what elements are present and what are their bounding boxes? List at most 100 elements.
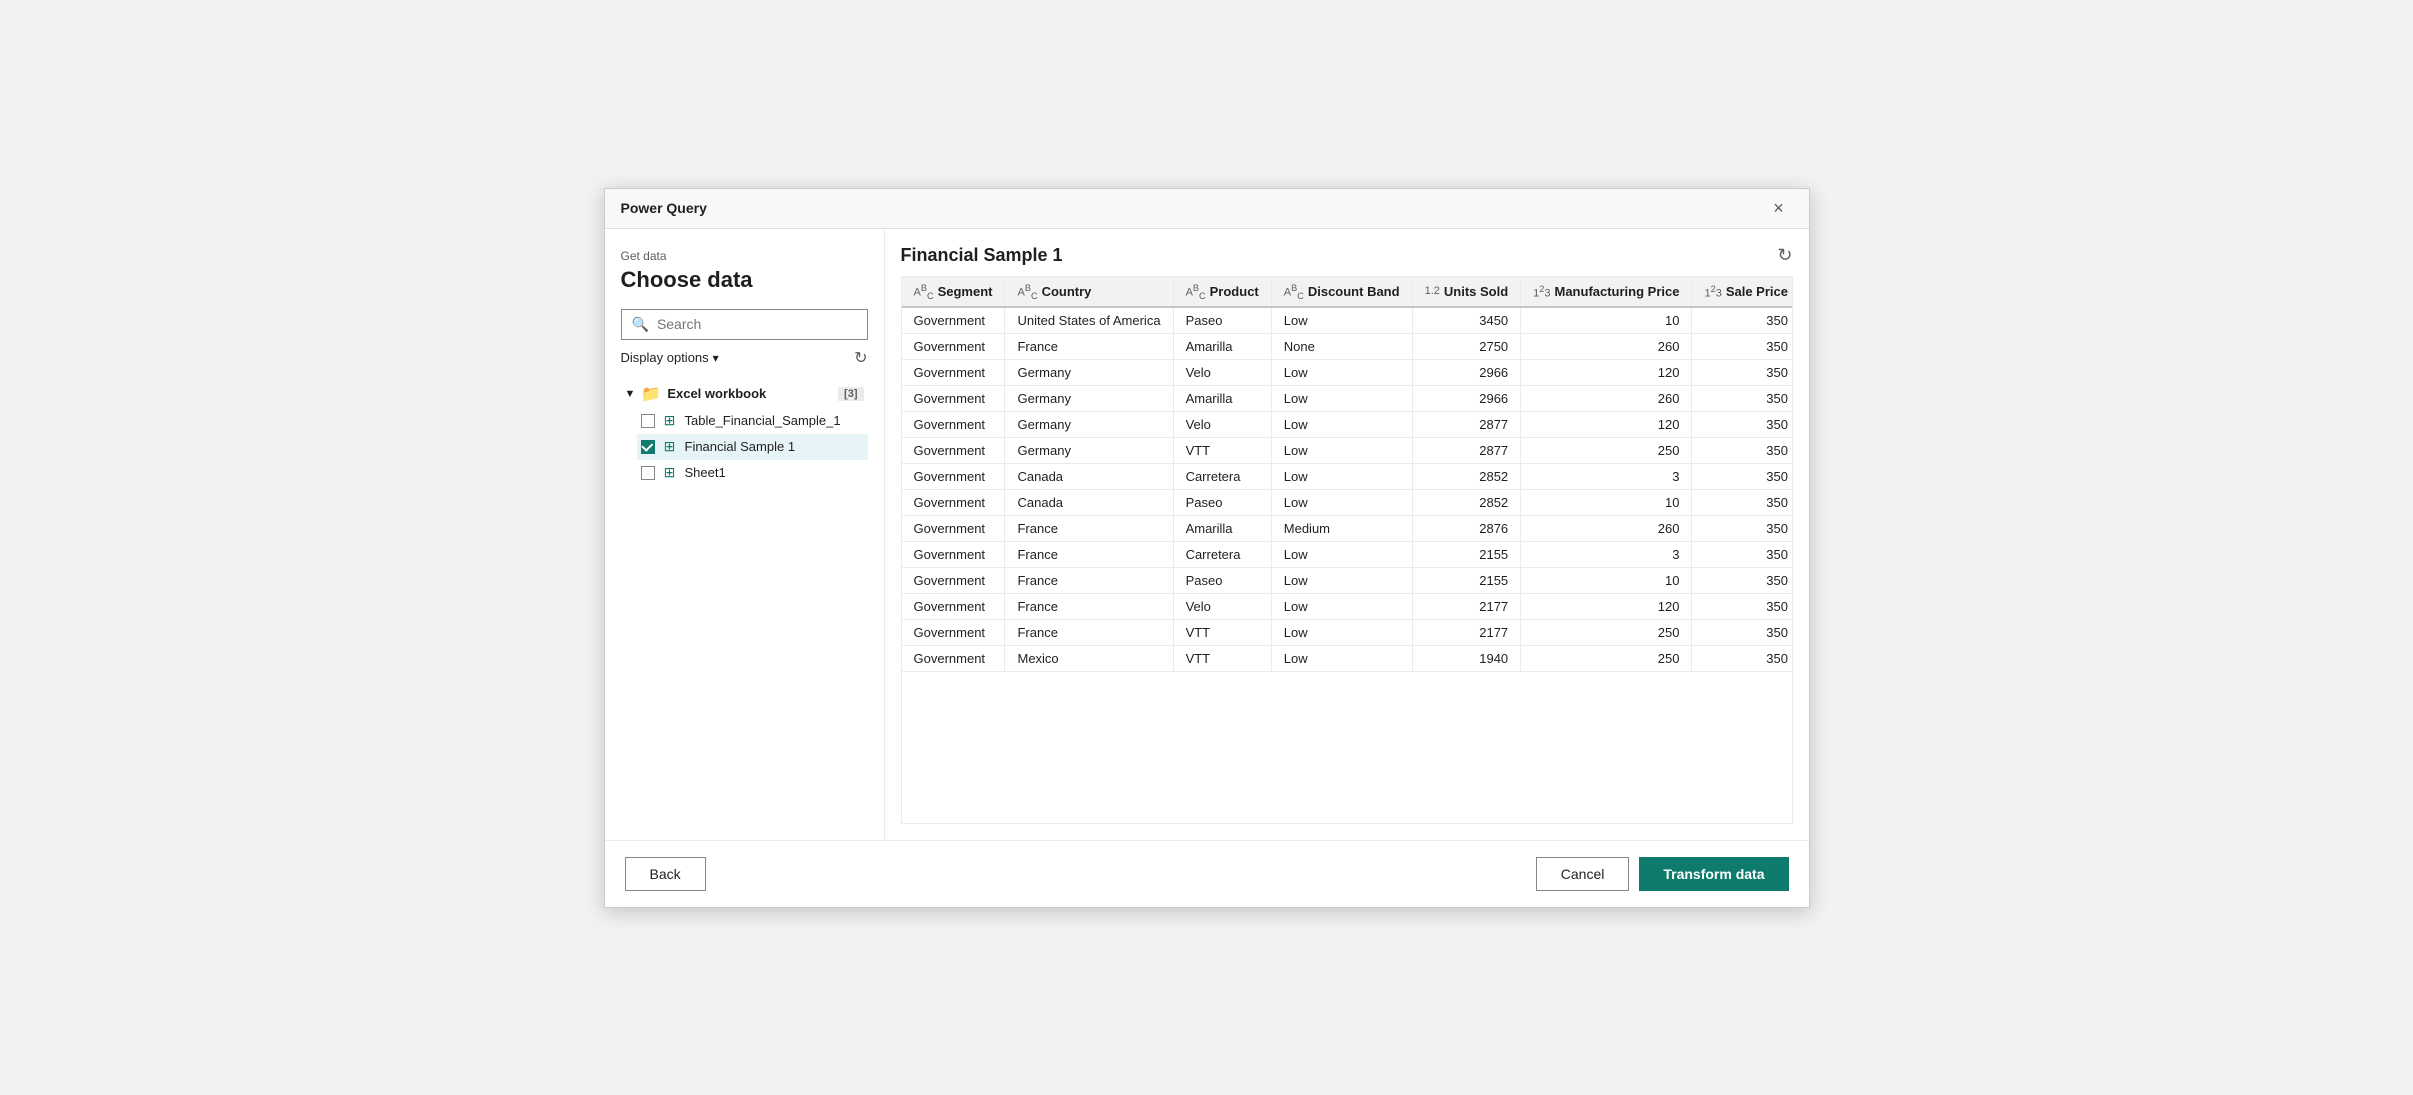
table-row: GovernmentFrancePaseoLow2155103507542507…	[902, 568, 1793, 594]
display-options-row[interactable]: Display options ▾ ↻	[621, 348, 868, 368]
table-cell: Amarilla	[1173, 334, 1271, 360]
table-cell: 350	[1692, 334, 1793, 360]
table-cell: 350	[1692, 464, 1793, 490]
table-cell: 350	[1692, 594, 1793, 620]
table-cell: 3450	[1412, 307, 1521, 334]
table-cell: Mexico	[1005, 646, 1173, 672]
col-header-segment: ABC Segment	[902, 277, 1005, 308]
table-cell: None	[1271, 334, 1412, 360]
table-cell: VTT	[1173, 646, 1271, 672]
preview-header: Financial Sample 1 ↻	[901, 245, 1793, 266]
transform-data-button[interactable]: Transform data	[1639, 857, 1788, 891]
display-options-label: Display options	[621, 350, 709, 365]
search-input[interactable]	[657, 316, 857, 332]
table-cell: 250	[1521, 620, 1692, 646]
table-cell: Government	[902, 490, 1005, 516]
preview-refresh-icon[interactable]: ↻	[1777, 245, 1792, 266]
table-cell: Velo	[1173, 594, 1271, 620]
table-cell: 10	[1521, 568, 1692, 594]
tree-item-label-1: Table_Financial_Sample_1	[685, 413, 841, 428]
table-cell: 2750	[1412, 334, 1521, 360]
table-cell: Velo	[1173, 360, 1271, 386]
table-cell: 250	[1521, 438, 1692, 464]
table-cell: 350	[1692, 542, 1793, 568]
table-row: GovernmentGermanyVTTLow28772503501006950…	[902, 438, 1793, 464]
table-cell: United States of America	[1005, 307, 1173, 334]
table-cell: Government	[902, 464, 1005, 490]
table-cell: 3	[1521, 542, 1692, 568]
table-cell: Low	[1271, 542, 1412, 568]
table-row: GovernmentGermanyAmarillaLow296626035010…	[902, 386, 1793, 412]
table-row: GovernmentFranceAmarillaNone275026035096…	[902, 334, 1793, 360]
table-icon-3: ⊞	[661, 464, 679, 482]
table-cell: 2876	[1412, 516, 1521, 542]
table-cell: Government	[902, 516, 1005, 542]
table-cell: 350	[1692, 438, 1793, 464]
data-table: ABC Segment ABC Country	[902, 277, 1793, 673]
table-cell: 350	[1692, 307, 1793, 334]
table-cell: France	[1005, 542, 1173, 568]
table-cell: Germany	[1005, 412, 1173, 438]
table-cell: 2877	[1412, 438, 1521, 464]
table-cell: Government	[902, 568, 1005, 594]
table-cell: 2155	[1412, 568, 1521, 594]
tree-item-financial-sample-1[interactable]: ⊞ Financial Sample 1	[637, 434, 868, 460]
table-cell: 2966	[1412, 386, 1521, 412]
search-icon: 🔍	[632, 316, 649, 333]
col-header-units-sold: 1.2 Units Sold	[1412, 277, 1521, 308]
table-cell: Germany	[1005, 438, 1173, 464]
right-panel: Financial Sample 1 ↻ ABC Segment	[885, 229, 1809, 840]
table-cell: 350	[1692, 490, 1793, 516]
table-row: GovernmentCanadaCarreteraLow285233509982…	[902, 464, 1793, 490]
table-cell: Government	[902, 594, 1005, 620]
excel-workbook-count: [3]	[838, 387, 863, 401]
tree-container: ▼ 📁 Excel workbook [3] ⊞ Table_Financial…	[621, 380, 868, 820]
col-header-product: ABC Product	[1173, 277, 1271, 308]
table-cell: Government	[902, 386, 1005, 412]
cancel-button[interactable]: Cancel	[1536, 857, 1630, 891]
close-button[interactable]: ×	[1765, 194, 1793, 222]
table-row: GovernmentFranceVeloLow21771203507619503…	[902, 594, 1793, 620]
checkbox-table-financial[interactable]	[641, 414, 655, 428]
data-table-wrapper[interactable]: ABC Segment ABC Country	[901, 276, 1793, 824]
back-button[interactable]: Back	[625, 857, 706, 891]
table-cell: Government	[902, 620, 1005, 646]
table-cell: Germany	[1005, 386, 1173, 412]
table-cell: 2877	[1412, 412, 1521, 438]
table-cell: Canada	[1005, 490, 1173, 516]
table-cell: France	[1005, 620, 1173, 646]
table-cell: Low	[1271, 464, 1412, 490]
table-cell: Velo	[1173, 412, 1271, 438]
power-query-dialog: Power Query × Get data Choose data 🔍 Dis…	[604, 188, 1810, 908]
table-cell: Paseo	[1173, 568, 1271, 594]
table-cell: France	[1005, 594, 1173, 620]
table-cell: VTT	[1173, 620, 1271, 646]
table-cell: Government	[902, 307, 1005, 334]
folder-icon: 📁	[641, 384, 661, 404]
table-cell: Government	[902, 438, 1005, 464]
checkbox-sheet1[interactable]	[641, 466, 655, 480]
table-cell: France	[1005, 516, 1173, 542]
refresh-icon[interactable]: ↻	[854, 348, 867, 368]
tree-item-table-financial-sample[interactable]: ⊞ Table_Financial_Sample_1	[637, 408, 868, 434]
col-header-discount-band: ABC Discount Band	[1271, 277, 1412, 308]
collapse-triangle-icon: ▼	[625, 388, 636, 400]
tree-item-sheet1[interactable]: ⊞ Sheet1	[637, 460, 868, 486]
table-cell: Low	[1271, 568, 1412, 594]
table-cell: 2177	[1412, 594, 1521, 620]
table-row: GovernmentCanadaPaseoLow2852103509982001…	[902, 490, 1793, 516]
table-cell: Carretera	[1173, 542, 1271, 568]
table-cell: Canada	[1005, 464, 1173, 490]
search-box[interactable]: 🔍	[621, 309, 868, 340]
table-cell: Low	[1271, 646, 1412, 672]
table-cell: Medium	[1271, 516, 1412, 542]
table-cell: Low	[1271, 412, 1412, 438]
chevron-down-icon: ▾	[713, 351, 719, 365]
tree-group-excel-workbook[interactable]: ▼ 📁 Excel workbook [3]	[621, 380, 868, 408]
checkbox-financial-sample-1[interactable]	[641, 440, 655, 454]
table-cell: 10	[1521, 490, 1692, 516]
table-cell: 350	[1692, 360, 1793, 386]
footer-right: Cancel Transform data	[1536, 857, 1789, 891]
table-icon-1: ⊞	[661, 412, 679, 430]
table-cell: 120	[1521, 412, 1692, 438]
